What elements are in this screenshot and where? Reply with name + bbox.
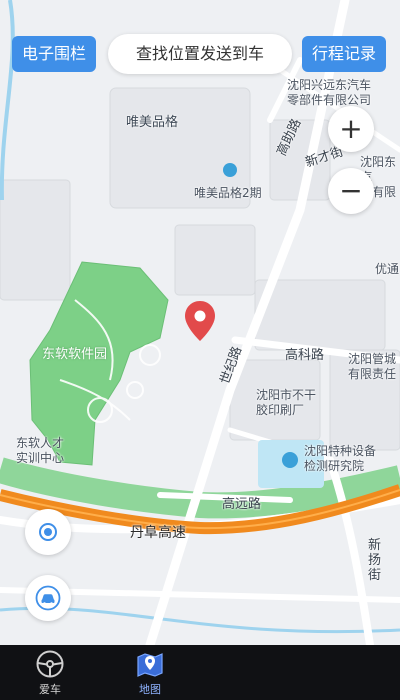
poi-label: 沈阳兴远东汽车 零部件有限公司	[287, 78, 372, 107]
send-location-to-car-button[interactable]: 查找位置发送到车	[108, 34, 292, 74]
tab-map[interactable]: 地图	[120, 645, 180, 700]
geofence-button[interactable]: 电子围栏	[12, 36, 97, 72]
zoom-out-button[interactable]: −	[328, 168, 374, 214]
steering-wheel-icon	[36, 650, 64, 678]
poi-label: 东软人才 实训中心	[16, 436, 65, 465]
plus-icon: +	[339, 112, 363, 145]
poi-label: 沈阳特种设备 检测研究院	[304, 444, 377, 473]
bottom-tab-bar: 爱车 地图	[0, 645, 400, 700]
poi-label: 唯美品格2期	[194, 186, 262, 200]
tab-my-car[interactable]: 爱车	[20, 645, 80, 700]
map-screen: 唯美品格 唯美品格2期 沈阳兴远东汽车 零部件有限公司 高助路 新才街 沈阳东汽…	[0, 0, 400, 700]
car-icon	[35, 585, 61, 611]
zoom-in-button[interactable]: +	[328, 106, 374, 152]
road-label: 高科路	[285, 348, 325, 363]
poi-label: 沈阳市不干 胶印刷厂	[256, 388, 317, 417]
road-label: 新 扬 街	[368, 538, 382, 583]
car-location-button[interactable]	[25, 575, 71, 621]
park-label: 东软软件园	[42, 347, 108, 362]
locate-me-button[interactable]	[25, 509, 71, 555]
poi-label: 唯美品格	[126, 115, 179, 130]
map-icon	[137, 653, 163, 677]
poi-label: 沈阳管城 有限责任	[348, 352, 397, 381]
location-pin-icon[interactable]	[184, 300, 216, 342]
road-label: 高远路	[222, 497, 262, 512]
trip-record-button[interactable]: 行程记录	[302, 36, 387, 72]
tab-label: 爱车	[39, 683, 61, 696]
poi-label: 优通	[375, 262, 400, 276]
minus-icon: −	[339, 174, 363, 207]
my-location-icon	[39, 523, 57, 541]
highway-label: 丹阜高速	[130, 525, 186, 541]
tab-label: 地图	[139, 683, 161, 696]
